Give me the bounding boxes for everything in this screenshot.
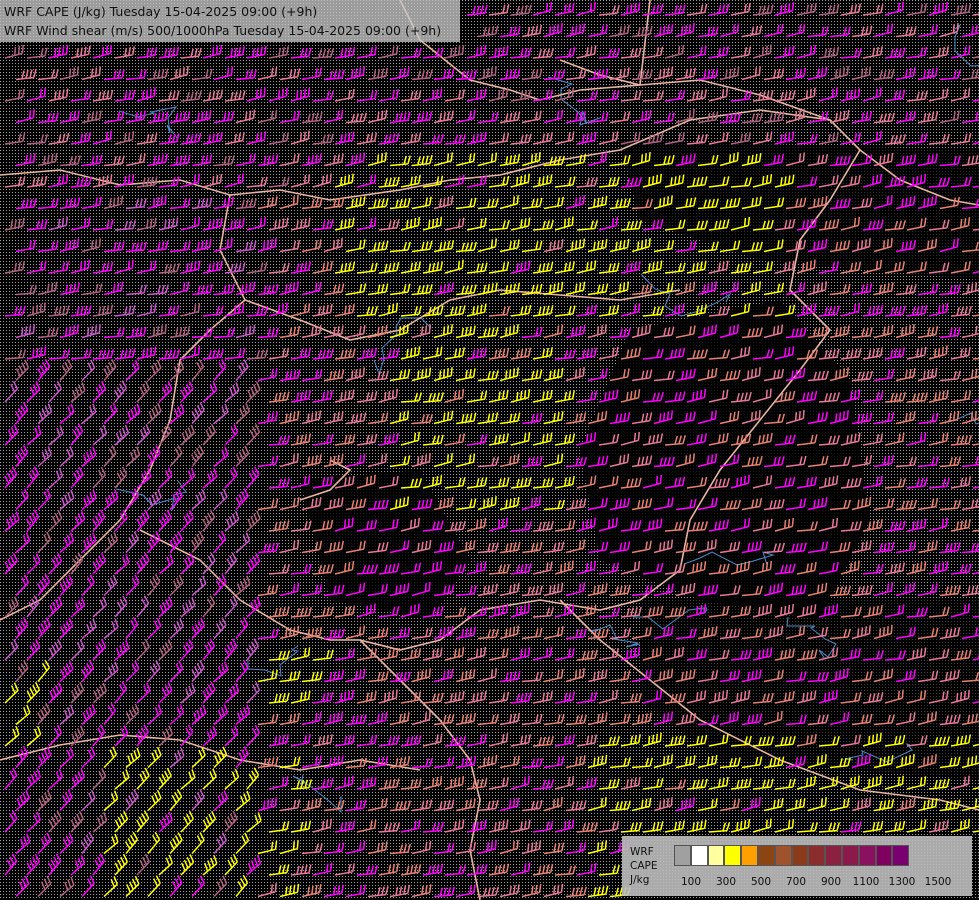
legend-label-line: CAPE <box>630 860 658 872</box>
legend-swatch <box>707 845 725 866</box>
cape-legend: WRF CAPE J/kg 100 300 500 700 900 1100 1… <box>622 836 972 896</box>
cape-title: WRF CAPE (J/kg) Tuesday 15-04-2025 09:00… <box>4 4 318 19</box>
legend-swatch <box>825 845 842 866</box>
legend-tick: 1300 <box>888 876 916 888</box>
legend-swatch <box>892 845 910 866</box>
legend-label-line: J/kg <box>630 874 650 886</box>
legend-tick: 900 <box>820 876 842 888</box>
wind-shear-cape-map <box>0 0 979 900</box>
legend-swatch <box>741 845 758 866</box>
legend-tick: 100 <box>680 876 702 888</box>
wind-shear-title: WRF Wind shear (m/s) 500/1000hPa Tuesday… <box>4 23 442 38</box>
legend-swatch <box>724 845 742 866</box>
legend-tick: 700 <box>785 876 807 888</box>
legend-tick-labels: 100 300 500 700 900 1100 1300 1500 <box>674 876 964 890</box>
legend-tick: 1100 <box>852 876 880 888</box>
legend-swatch <box>841 845 859 866</box>
legend-label-line: WRF <box>630 846 654 858</box>
legend-tick: 1500 <box>924 876 952 888</box>
legend-color-scale <box>674 845 910 866</box>
legend-swatch <box>757 845 775 866</box>
map-title-box: WRF CAPE (J/kg) Tuesday 15-04-2025 09:00… <box>0 0 460 42</box>
legend-swatch <box>674 845 691 866</box>
legend-swatch <box>690 845 708 866</box>
legend-label: WRF CAPE J/kg <box>630 845 657 887</box>
legend-swatch <box>791 845 809 866</box>
legend-swatch <box>808 845 826 866</box>
legend-swatch <box>858 845 876 866</box>
legend-swatch <box>774 845 792 866</box>
legend-tick: 500 <box>750 876 772 888</box>
legend-swatch <box>875 845 893 866</box>
legend-tick: 300 <box>715 876 737 888</box>
